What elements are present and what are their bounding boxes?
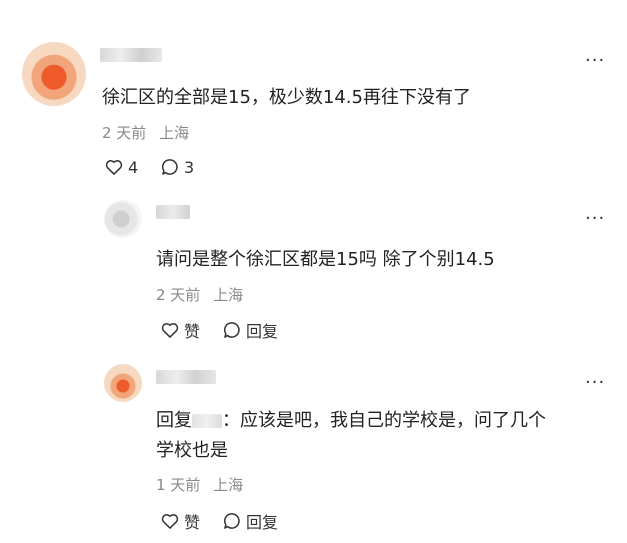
comment-text: 回复 ：应该是吧，我自己的学校是，问了几个	[156, 406, 546, 432]
like-count: 4	[128, 157, 139, 177]
reply-button[interactable]: 3	[160, 157, 194, 177]
heart-icon	[161, 323, 179, 338]
username-blurred[interactable]	[156, 205, 190, 219]
avatar[interactable]	[104, 200, 142, 238]
avatar[interactable]	[104, 364, 142, 402]
heart-icon	[161, 514, 179, 529]
comment-meta: 1 天前 上海	[156, 474, 243, 495]
reply-label: 回复	[246, 322, 279, 341]
mention-blurred[interactable]	[192, 414, 222, 428]
comment-bubble-icon	[223, 513, 240, 529]
username-blurred[interactable]	[156, 370, 216, 384]
timestamp: 2 天前	[156, 286, 201, 304]
more-options-icon[interactable]: ···	[585, 52, 605, 70]
timestamp: 1 天前	[156, 476, 201, 494]
like-button[interactable]: 赞	[160, 509, 200, 533]
like-label: 赞	[184, 322, 201, 341]
like-label: 赞	[184, 513, 201, 532]
comment-meta: 2 天前 上海	[102, 122, 189, 143]
timestamp: 2 天前	[102, 124, 147, 142]
reply-button[interactable]: 回复	[222, 509, 278, 533]
location: 上海	[213, 286, 244, 304]
comment-meta: 2 天前 上海	[156, 284, 243, 305]
reply-button[interactable]: 回复	[222, 318, 278, 342]
location: 上海	[213, 476, 244, 494]
username-blurred[interactable]	[100, 48, 162, 62]
more-options-icon[interactable]: ···	[585, 210, 605, 228]
reply-count: 3	[184, 157, 195, 177]
comment-text: 请问是整个徐汇区都是15吗 除了个别14.5	[156, 249, 495, 270]
more-options-icon[interactable]: ···	[585, 374, 605, 392]
reply-label: 回复	[246, 513, 279, 532]
comment-bubble-icon	[161, 159, 178, 175]
reply-prefix: 回复	[156, 410, 192, 431]
like-button[interactable]: 4	[104, 157, 138, 177]
reply-text-line1: ：应该是吧，我自己的学校是，问了几个	[222, 410, 546, 431]
like-button[interactable]: 赞	[160, 318, 200, 342]
comment-bubble-icon	[223, 322, 240, 338]
comment-text: 徐汇区的全部是15，极少数14.5再往下没有了	[102, 87, 471, 108]
avatar[interactable]	[22, 42, 86, 106]
heart-icon	[105, 160, 123, 175]
comment-text-continued: 学校也是	[156, 440, 228, 461]
location: 上海	[159, 124, 190, 142]
